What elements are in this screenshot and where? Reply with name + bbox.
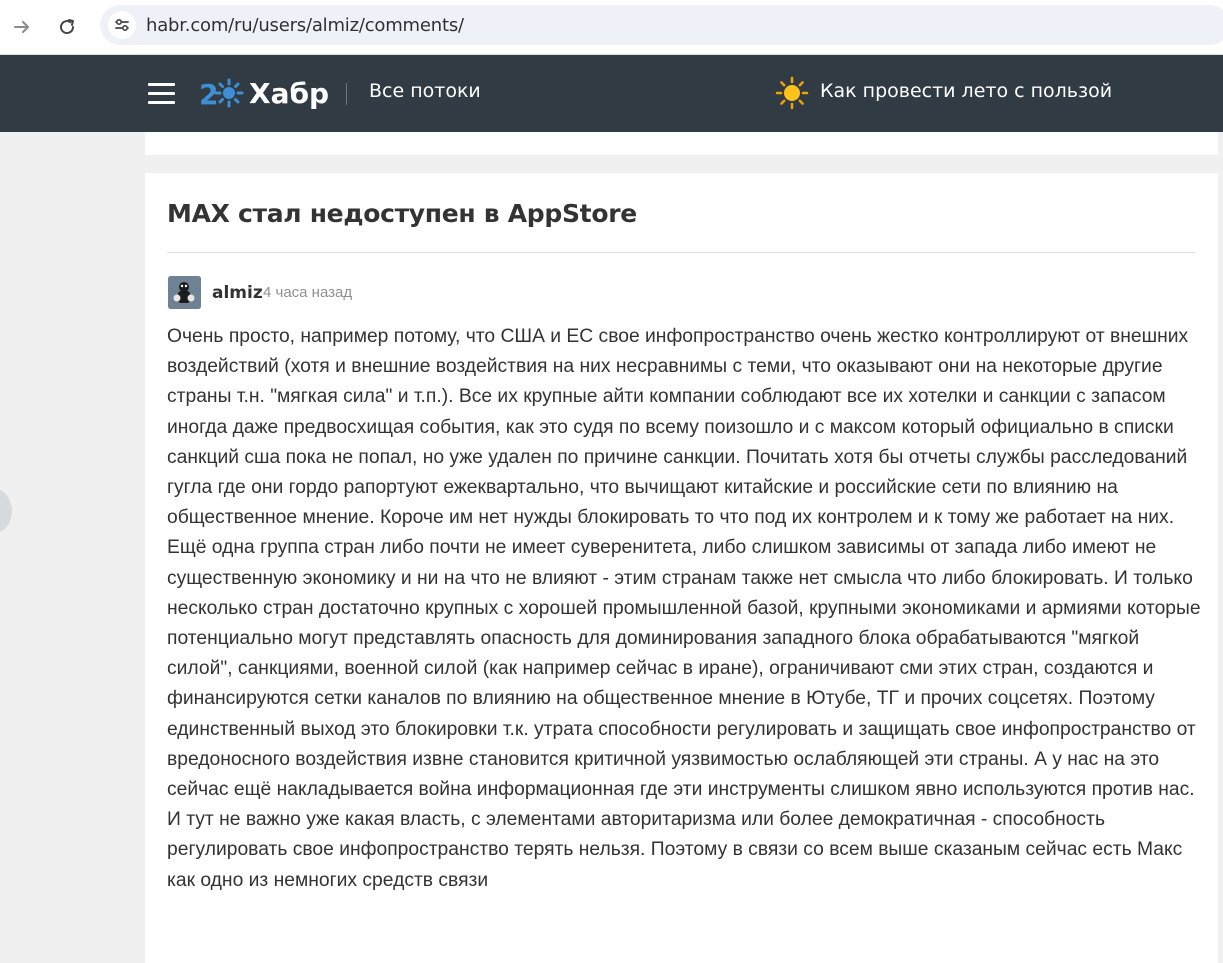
avatar[interactable]: [168, 276, 201, 309]
comment-card: MAX стал недоступен в AppStore almiz 4 ч…: [145, 173, 1218, 963]
summer-promo-link[interactable]: Как провести лето с пользой: [820, 80, 1112, 102]
menu-icon[interactable]: [148, 83, 175, 104]
all-flows-link[interactable]: Все потоки: [369, 80, 481, 102]
title-divider: [167, 252, 1196, 253]
reload-icon: [60, 19, 75, 35]
habr-logo[interactable]: 2 Хабр: [199, 73, 329, 113]
forward-arrow-icon: [14, 21, 29, 33]
forward-button[interactable]: [8, 13, 36, 41]
avatar-image: [168, 276, 201, 309]
comment-author[interactable]: almiz: [212, 283, 263, 303]
post-title[interactable]: MAX стал недоступен в AppStore: [167, 199, 637, 228]
comment-time[interactable]: 4 часа назад: [263, 284, 352, 301]
logo-text: Хабр: [249, 76, 330, 110]
address-bar[interactable]: habr.com/ru/users/almiz/comments/: [100, 5, 1223, 45]
url-text: habr.com/ru/users/almiz/comments/: [146, 15, 464, 36]
site-info-button[interactable]: [108, 11, 136, 39]
logo-mark-icon: 2: [199, 78, 244, 110]
scroll-left-handle[interactable]: [0, 489, 12, 533]
site-info-icon: [115, 18, 129, 32]
browser-toolbar: habr.com/ru/users/almiz/comments/: [0, 0, 1223, 55]
header-divider: [346, 83, 347, 105]
sun-icon: [775, 76, 809, 110]
comment-body: Очень просто, например потому, что США и…: [167, 326, 1201, 891]
reload-button[interactable]: [53, 13, 81, 41]
site-header: 2 Хабр Все потоки Как провести лето с по…: [0, 55, 1223, 132]
previous-card: [145, 132, 1218, 155]
